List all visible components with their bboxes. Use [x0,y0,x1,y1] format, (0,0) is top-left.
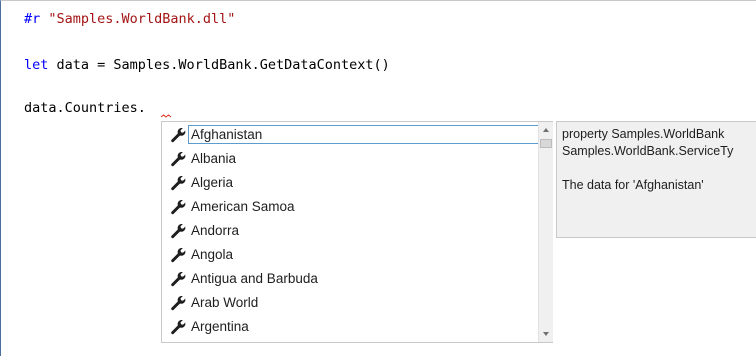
completion-item[interactable]: Arab World [167,292,531,313]
scroll-up-arrow-icon[interactable] [539,123,553,137]
completion-item[interactable]: American Samoa [167,196,531,217]
directive-keyword: #r [24,11,41,27]
wrench-icon [170,295,186,311]
wrench-icon [170,271,186,287]
completion-item-label: American Samoa [191,199,295,214]
scroll-down-arrow-icon[interactable] [539,327,553,341]
code-text: data.Countries. [24,100,146,116]
completion-item-label: Afghanistan [191,127,263,142]
wrench-icon [170,127,186,143]
completion-item-label: Antigua and Barbuda [191,271,318,286]
completion-item-label: Algeria [191,175,234,190]
string-literal: "Samples.WorldBank.dll" [48,11,236,27]
tooltip-signature-line: property Samples.WorldBank [562,127,725,141]
scroll-thumb[interactable] [540,139,552,148]
completion-item[interactable]: Angola [167,244,531,265]
completion-item[interactable]: Albania [167,148,531,169]
completion-item-label: Arab World [191,295,259,310]
completion-item[interactable]: Argentina [167,316,531,337]
wrench-icon [170,223,186,239]
completion-list[interactable]: Afghanistan Albania Algeria American Samoa A… [161,121,553,343]
let-keyword: let [24,57,49,73]
wrench-icon [170,199,186,215]
code-line-2[interactable]: let data = Samples.WorldBank.GetDataCont… [24,56,390,74]
completion-item[interactable]: Andorra [167,220,531,241]
code-line-1[interactable]: #r "Samples.WorldBank.dll" [24,10,235,28]
wrench-icon [170,151,186,167]
completion-item[interactable]: Afghanistan [167,124,540,145]
wrench-icon [170,247,186,263]
code-text: data = Samples.WorldBank.GetDataContext(… [48,57,390,73]
completion-item[interactable]: Antigua and Barbuda [167,268,531,289]
completion-item-label: Angola [191,247,234,262]
completion-item-label: Andorra [191,223,240,238]
completion-item-label: Argentina [191,319,249,334]
error-squiggle [161,114,171,118]
completion-item-label: Albania [191,151,237,166]
completion-item[interactable]: Algeria [167,172,531,193]
wrench-icon [170,319,186,335]
code-editor[interactable]: #r "Samples.WorldBank.dll" let data = Sa… [0,0,756,356]
scrollbar[interactable] [538,122,553,342]
quick-info-tooltip: property Samples.WorldBank Samples.World… [556,121,756,238]
tooltip-type-line: Samples.WorldBank.ServiceTy [562,144,734,158]
wrench-icon [170,175,186,191]
code-line-3[interactable]: data.Countries. [24,99,146,117]
tooltip-description: The data for 'Afghanistan' [562,178,704,192]
